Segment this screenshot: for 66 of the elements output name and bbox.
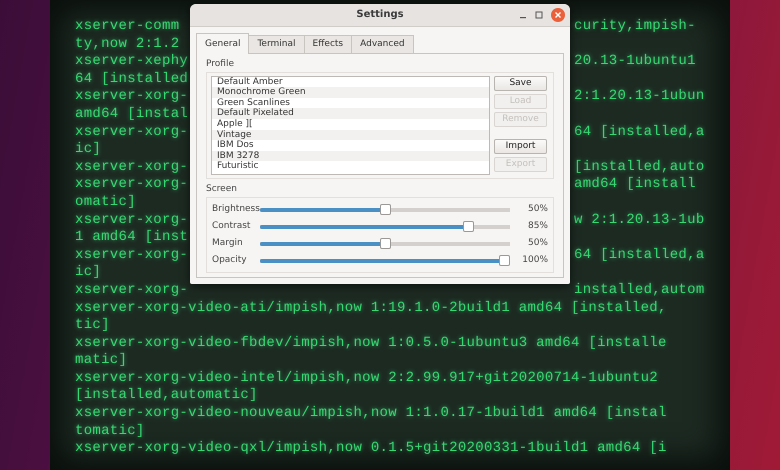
terminal-text: xserver-comm bbox=[75, 18, 180, 34]
tab[interactable]: Effects bbox=[304, 34, 352, 53]
terminal-text: xserver-xorg- bbox=[75, 246, 188, 263]
terminal-text: xserver-xorg-video-intel/impish,now 2:2.99.917+git20200714-1ubuntu2 bbox=[75, 370, 658, 388]
list-item[interactable]: Green Scanlines bbox=[212, 98, 489, 108]
slider-label: Contrast bbox=[212, 221, 252, 232]
slider-thumb[interactable] bbox=[463, 221, 474, 232]
terminal-text: xserver-xorg-video-nouveau/impish,now 1:1.0.17-1build1 amd64 [instal bbox=[75, 405, 667, 423]
list-item[interactable]: Default Amber bbox=[212, 76, 489, 88]
close-icon[interactable] bbox=[551, 8, 565, 22]
terminal-text: xserver-xorg-video-ati/impish,now 1:19.1.0-2build1 amd64 [installed, bbox=[75, 300, 667, 318]
terminal-text: [installed,auto bbox=[574, 158, 705, 176]
terminal-text: ic] bbox=[75, 264, 102, 280]
terminal-text: xserver-xorg- bbox=[75, 124, 188, 140]
tab[interactable]: Advanced bbox=[351, 34, 414, 53]
profile-button[interactable]: Save bbox=[494, 76, 547, 91]
terminal-text: xserver-xorg- bbox=[75, 176, 188, 192]
profile-button[interactable]: Import bbox=[494, 138, 547, 154]
terminal-text: 64 [installed bbox=[75, 70, 188, 87]
slider-label: Brightness bbox=[212, 204, 258, 215]
slider-label: Margin bbox=[212, 238, 244, 249]
terminal-text: tic] bbox=[75, 317, 110, 335]
tab[interactable]: Terminal bbox=[248, 34, 305, 53]
list-item[interactable]: Vintage bbox=[212, 130, 489, 140]
slider-thumb[interactable] bbox=[499, 255, 510, 266]
list-item[interactable]: Apple ][ bbox=[212, 119, 489, 130]
list-item[interactable]: Default Pixelated bbox=[212, 108, 489, 120]
terminal-text: 64 [installed,a bbox=[574, 246, 705, 264]
terminal-text: [installed,automatic] bbox=[75, 387, 258, 406]
tab[interactable]: General bbox=[196, 32, 250, 54]
terminal-text: tomatic] bbox=[75, 422, 145, 440]
terminal-text: xserver-xephy bbox=[75, 53, 188, 70]
list-item[interactable]: Monochrome Green bbox=[212, 87, 489, 98]
slider-thumb[interactable] bbox=[380, 238, 390, 249]
terminal-text: xserver-xorg- bbox=[75, 212, 188, 228]
terminal-text: 1 amd64 [inst bbox=[75, 229, 188, 246]
terminal-text: ty,now 2:1.2 bbox=[75, 36, 180, 52]
terminal-text: 20.13-1ubuntu1 bbox=[574, 53, 696, 71]
terminal-text: matic] bbox=[75, 352, 128, 370]
section-label: Screen bbox=[206, 184, 238, 195]
terminal-text: amd64 [install bbox=[574, 176, 696, 194]
section-label: Profile bbox=[206, 58, 235, 70]
terminal-text: xserver-xorg- bbox=[75, 88, 188, 104]
terminal-text: 2:1.20.13-1ubun bbox=[574, 88, 705, 106]
terminal-text: xserver-xorg- bbox=[75, 282, 188, 298]
slider-thumb[interactable] bbox=[380, 204, 390, 215]
terminal-text: xserver-xorg-video-qxl/impish,now 0.1.5+git20200331-1build1 amd64 [i bbox=[75, 440, 667, 458]
list-item[interactable]: IBM 3278 bbox=[212, 150, 489, 162]
terminal-text: w 2:1.20.13-1ub bbox=[574, 212, 705, 230]
slider-value: 50% bbox=[526, 204, 548, 215]
terminal-text: 64 [installed,a bbox=[574, 124, 705, 142]
slider-label: Opacity bbox=[212, 255, 248, 266]
slider-value: 50% bbox=[526, 238, 548, 249]
terminal-text: xserver-xorg- bbox=[75, 158, 188, 175]
terminal-text: installed,autom bbox=[574, 282, 705, 300]
list-item[interactable]: Futuristic bbox=[212, 161, 489, 172]
window-title: Settings bbox=[356, 8, 404, 22]
terminal-text: amd64 [instal bbox=[75, 106, 188, 122]
slider-value: 85% bbox=[526, 221, 548, 232]
terminal-text: ic] bbox=[75, 141, 102, 158]
terminal-text: omatic] bbox=[75, 194, 136, 210]
terminal-text: curity,impish- bbox=[574, 18, 696, 36]
maximize-icon[interactable] bbox=[535, 11, 543, 19]
terminal-text: xserver-xorg-video-fbdev/impish,now 1:0.5.0-1ubuntu3 amd64 [installe bbox=[75, 334, 667, 352]
list-item[interactable]: IBM Dos bbox=[212, 140, 489, 151]
slider-value: 100% bbox=[521, 255, 548, 266]
